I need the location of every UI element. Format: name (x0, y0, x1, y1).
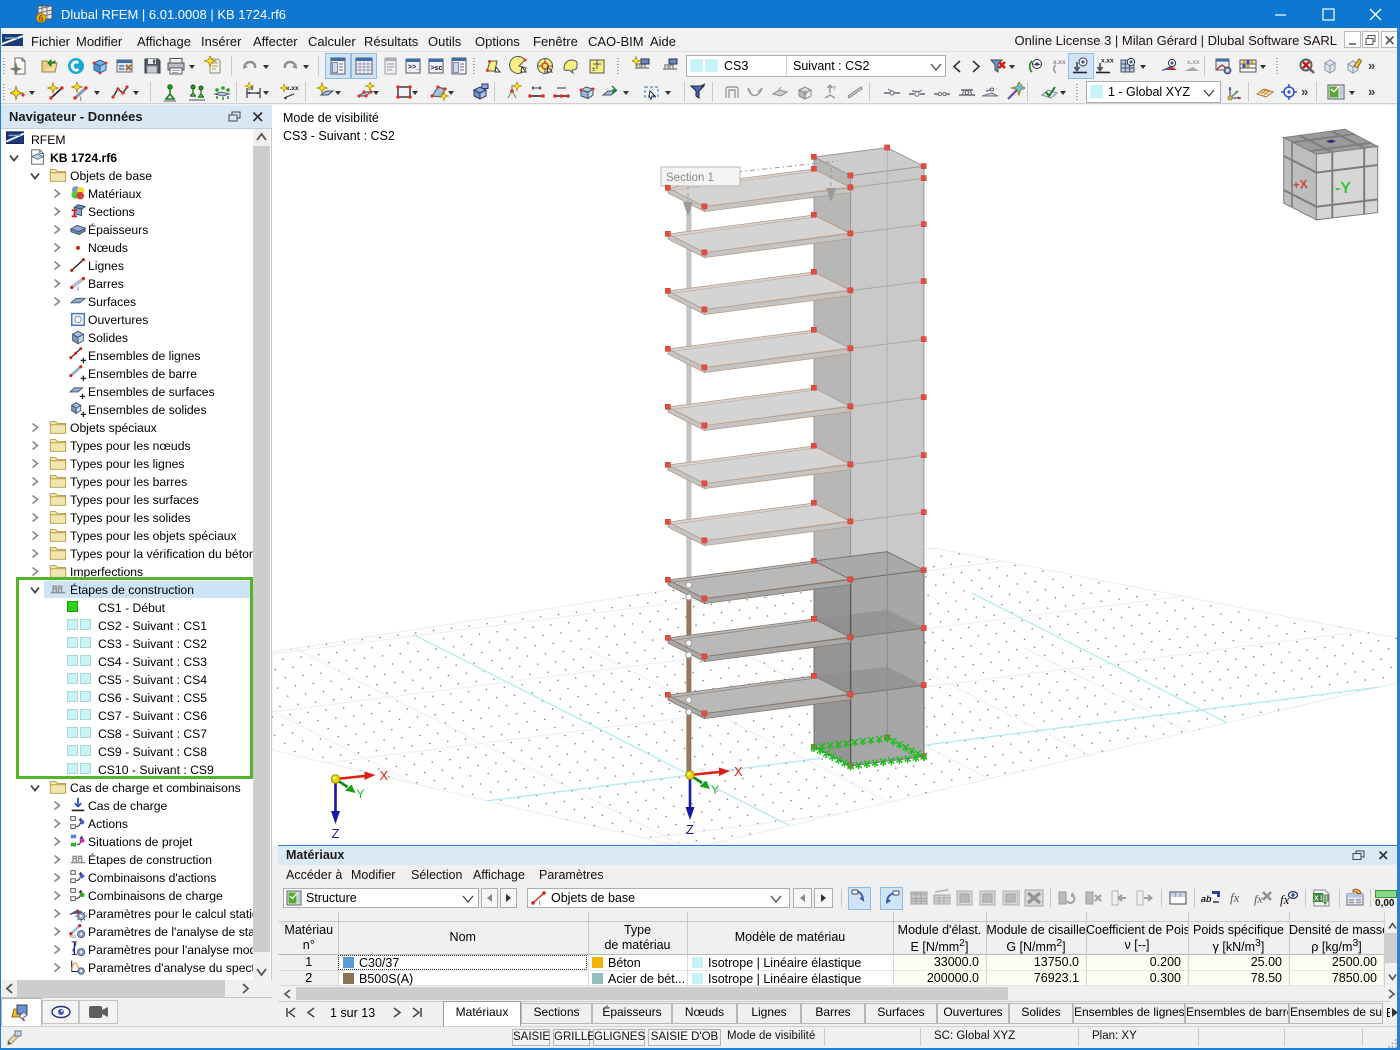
svg-text:x.xx: x.xx (1187, 59, 1200, 66)
svg-text:X: X (1314, 896, 1319, 903)
svg-text:⇑: ⇑ (832, 85, 837, 92)
svg-text:x.xx: x.xx (286, 85, 299, 92)
svg-text:Z: Z (686, 822, 694, 837)
svg-text:Y: Y (357, 787, 365, 801)
svg-text:fx: fx (1254, 892, 1263, 906)
svg-text:>sc: >sc (431, 65, 443, 72)
svg-text:Z: Z (332, 826, 340, 841)
svg-text:+X: +X (1292, 177, 1308, 192)
svg-text:-Y: -Y (1335, 180, 1351, 197)
svg-text:ab: ab (1201, 894, 1212, 904)
svg-text:X: X (380, 768, 389, 783)
svg-text:Section 1: Section 1 (666, 172, 714, 184)
svg-text:fx: fx (1230, 890, 1240, 905)
svg-text:Y: Y (711, 783, 719, 797)
svg-text:I: I (80, 97, 82, 102)
svg-text:X: X (734, 764, 743, 779)
svg-text:>>_: >>_ (408, 64, 420, 71)
svg-text:I: I (539, 901, 541, 906)
svg-text:Rd: Rd (70, 934, 76, 939)
svg-text:6: 6 (38, 14, 43, 24)
svg-text:x.xx: x.xx (1101, 58, 1114, 65)
